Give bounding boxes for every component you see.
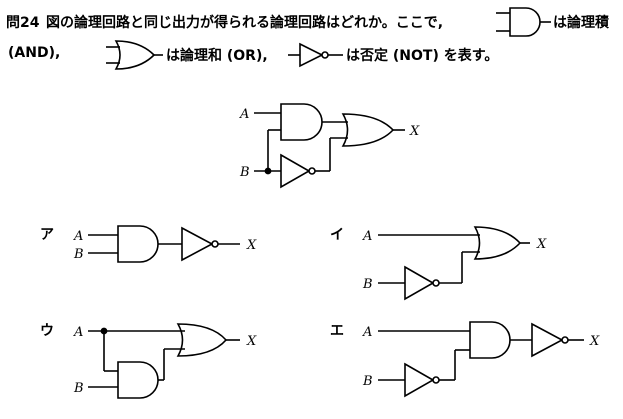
option-e-label: エ bbox=[330, 323, 344, 339]
main-circuit bbox=[254, 103, 405, 189]
legend-not-gate-icon bbox=[288, 42, 343, 68]
option-a-input-b: B bbox=[73, 247, 84, 262]
legend-or-gate-icon bbox=[106, 40, 163, 70]
option-a-circuit bbox=[88, 225, 240, 263]
option-e-input-b: B bbox=[362, 374, 373, 389]
option-u-circuit bbox=[88, 323, 240, 399]
option-u-input-a: A bbox=[73, 325, 83, 340]
option-i-output: X bbox=[536, 237, 547, 252]
legend-and-gate-icon bbox=[496, 7, 551, 37]
option-a-input-a: A bbox=[73, 229, 83, 244]
option-u-label: ウ bbox=[40, 323, 54, 339]
option-e-circuit bbox=[378, 321, 584, 398]
option-u-output: X bbox=[246, 334, 257, 349]
option-a-label: ア bbox=[40, 227, 54, 243]
main-input-a-label: A bbox=[239, 107, 249, 122]
option-i-circuit bbox=[378, 226, 530, 301]
circuit-diagrams: A B X ア A B X イ A B X ウ A B X エ A B X bbox=[40, 7, 600, 399]
option-i-input-b: B bbox=[362, 277, 373, 292]
option-u-input-b: B bbox=[73, 381, 84, 396]
option-i-input-a: A bbox=[362, 229, 372, 244]
option-i-label: イ bbox=[330, 227, 344, 243]
option-e-input-a: A bbox=[362, 325, 372, 340]
option-a-output: X bbox=[246, 238, 257, 253]
main-input-b-label: B bbox=[239, 165, 250, 180]
main-output-label: X bbox=[409, 124, 420, 139]
option-e-output: X bbox=[589, 334, 600, 349]
